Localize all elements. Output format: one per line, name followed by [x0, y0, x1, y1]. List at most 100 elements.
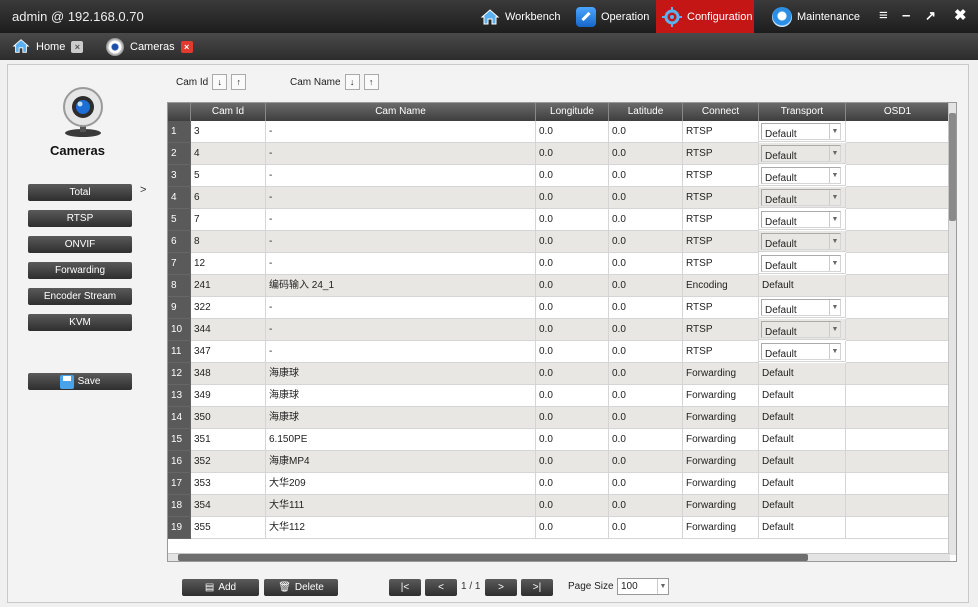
nav-workbench[interactable]: Workbench — [474, 0, 566, 33]
transport-select[interactable]: Default ▼ — [761, 167, 841, 184]
cell-camname[interactable]: 大华209 — [266, 473, 536, 495]
cell-camname[interactable]: - — [266, 165, 536, 187]
cell-connect[interactable]: Encoding — [683, 275, 759, 297]
cell-latitude[interactable]: 0.0 — [609, 143, 683, 165]
page-size-select[interactable]: 100 ▼ — [617, 578, 669, 595]
table-row[interactable]: 9 322-0.0 0.0 RTSP Default ▼ — [168, 297, 956, 319]
cell-longitude[interactable]: 0.0 — [536, 385, 609, 407]
horizontal-scrollbar[interactable] — [168, 553, 950, 561]
cell-camid[interactable]: 8 — [191, 231, 266, 253]
maximize-icon[interactable]: ↗ — [925, 8, 936, 24]
table-row[interactable]: 19 355 大华112 0.0 0.0 Forwarding Default — [168, 517, 956, 539]
cell-camid[interactable]: 344 — [191, 319, 266, 341]
header-camid[interactable]: Cam Id — [191, 103, 266, 121]
close-icon[interactable]: ✖ — [954, 8, 967, 24]
table-row[interactable]: 10 344-0.0 0.0 RTSP Default ▼ — [168, 319, 956, 341]
cell-longitude[interactable]: 0.0 — [536, 231, 609, 253]
cell-camname[interactable]: - — [266, 209, 536, 231]
table-row[interactable]: 3 5-0.0 0.0 RTSP Default ▼ — [168, 165, 956, 187]
cell-camid[interactable]: 5 — [191, 165, 266, 187]
table-row[interactable]: 14 350 海康球 0.0 0.0 Forwarding Default — [168, 407, 956, 429]
cell-osd1[interactable] — [846, 143, 950, 165]
transport-select[interactable]: Default ▼ — [761, 321, 841, 338]
cell-longitude[interactable]: 0.0 — [536, 187, 609, 209]
add-button[interactable]: ▤ Add — [182, 579, 259, 596]
cell-osd1[interactable] — [846, 121, 950, 143]
chevron-down-icon[interactable]: ▼ — [829, 234, 840, 249]
transport-select[interactable]: Default ▼ — [761, 255, 841, 272]
cell-connect[interactable]: RTSP — [683, 253, 759, 275]
cell-connect[interactable]: Forwarding — [683, 473, 759, 495]
table-row[interactable]: 15 351 6.150PE 0.0 0.0 Forwarding Default — [168, 429, 956, 451]
cell-osd1[interactable] — [846, 209, 950, 231]
tab-cameras[interactable]: Cameras × — [106, 36, 193, 58]
cell-connect[interactable]: Forwarding — [683, 407, 759, 429]
table-row[interactable]: 8 241 编码输入 24_1 0.0 0.0 Encoding Default — [168, 275, 956, 297]
cell-osd1[interactable] — [846, 495, 950, 517]
chevron-down-icon[interactable]: ▼ — [829, 322, 840, 337]
cell-latitude[interactable]: 0.0 — [609, 187, 683, 209]
cell-osd1[interactable] — [846, 297, 950, 319]
cell-osd1[interactable] — [846, 253, 950, 275]
cell-camname[interactable]: - — [266, 231, 536, 253]
table-row[interactable]: 1 3-0.0 0.0 RTSP Default ▼ — [168, 121, 956, 143]
sidebar-item-onvif[interactable]: ONVIF — [28, 236, 132, 253]
cell-latitude[interactable]: 0.0 — [609, 165, 683, 187]
cell-longitude[interactable]: 0.0 — [536, 253, 609, 275]
cell-camid[interactable]: 354 — [191, 495, 266, 517]
cell-connect[interactable]: Forwarding — [683, 429, 759, 451]
tab-home[interactable]: Home × — [12, 36, 84, 58]
cell-camid[interactable]: 355 — [191, 517, 266, 539]
cell-connect[interactable]: RTSP — [683, 165, 759, 187]
table-row[interactable]: 2 4-0.0 0.0 RTSP Default ▼ — [168, 143, 956, 165]
chevron-down-icon[interactable]: ▼ — [829, 300, 840, 315]
chevron-down-icon[interactable]: ▼ — [657, 579, 668, 594]
cell-connect[interactable]: RTSP — [683, 143, 759, 165]
chevron-down-icon[interactable]: ▼ — [829, 168, 840, 183]
prev-page-button[interactable]: < — [425, 579, 457, 596]
cell-latitude[interactable]: 0.0 — [609, 275, 683, 297]
scroll-thumb[interactable] — [949, 113, 956, 221]
table-row[interactable]: 13 349 海康球 0.0 0.0 Forwarding Default — [168, 385, 956, 407]
transport-select[interactable]: Default ▼ — [761, 211, 841, 228]
cell-osd1[interactable] — [846, 429, 950, 451]
table-row[interactable]: 7 12-0.0 0.0 RTSP Default ▼ — [168, 253, 956, 275]
cell-latitude[interactable]: 0.0 — [609, 363, 683, 385]
cell-camname[interactable]: - — [266, 297, 536, 319]
cell-longitude[interactable]: 0.0 — [536, 319, 609, 341]
cell-connect[interactable]: RTSP — [683, 319, 759, 341]
transport-select[interactable]: Default ▼ — [761, 233, 841, 250]
cell-camname[interactable]: 海康MP4 — [266, 451, 536, 473]
cell-connect[interactable]: RTSP — [683, 187, 759, 209]
table-row[interactable]: 18 354 大华111 0.0 0.0 Forwarding Default — [168, 495, 956, 517]
cell-connect[interactable]: Forwarding — [683, 363, 759, 385]
cell-longitude[interactable]: 0.0 — [536, 275, 609, 297]
cell-osd1[interactable] — [846, 341, 950, 363]
table-row[interactable]: 11 347-0.0 0.0 RTSP Default ▼ — [168, 341, 956, 363]
cell-camid[interactable]: 348 — [191, 363, 266, 385]
save-button[interactable]: Save — [28, 373, 132, 390]
transport-select[interactable]: Default ▼ — [761, 343, 841, 360]
cell-connect[interactable]: RTSP — [683, 297, 759, 319]
table-row[interactable]: 6 8-0.0 0.0 RTSP Default ▼ — [168, 231, 956, 253]
sidebar-item-forwarding[interactable]: Forwarding — [28, 262, 132, 279]
cell-connect[interactable]: Forwarding — [683, 495, 759, 517]
cell-camid[interactable]: 7 — [191, 209, 266, 231]
cell-camname[interactable]: 海康球 — [266, 407, 536, 429]
cell-osd1[interactable] — [846, 363, 950, 385]
cell-longitude[interactable]: 0.0 — [536, 407, 609, 429]
cell-camname[interactable]: - — [266, 341, 536, 363]
cell-osd1[interactable] — [846, 319, 950, 341]
cell-osd1[interactable] — [846, 451, 950, 473]
cell-longitude[interactable]: 0.0 — [536, 473, 609, 495]
transport-select[interactable]: Default ▼ — [761, 189, 841, 206]
cell-latitude[interactable]: 0.0 — [609, 407, 683, 429]
cell-latitude[interactable]: 0.0 — [609, 231, 683, 253]
sort-descending-icon[interactable]: ↑ — [231, 74, 247, 90]
cell-connect[interactable]: RTSP — [683, 121, 759, 143]
table-row[interactable]: 12 348 海康球 0.0 0.0 Forwarding Default — [168, 363, 956, 385]
sort-ascending-icon[interactable]: ↓ — [212, 74, 228, 90]
cell-osd1[interactable] — [846, 407, 950, 429]
cell-latitude[interactable]: 0.0 — [609, 297, 683, 319]
cell-connect[interactable]: RTSP — [683, 341, 759, 363]
